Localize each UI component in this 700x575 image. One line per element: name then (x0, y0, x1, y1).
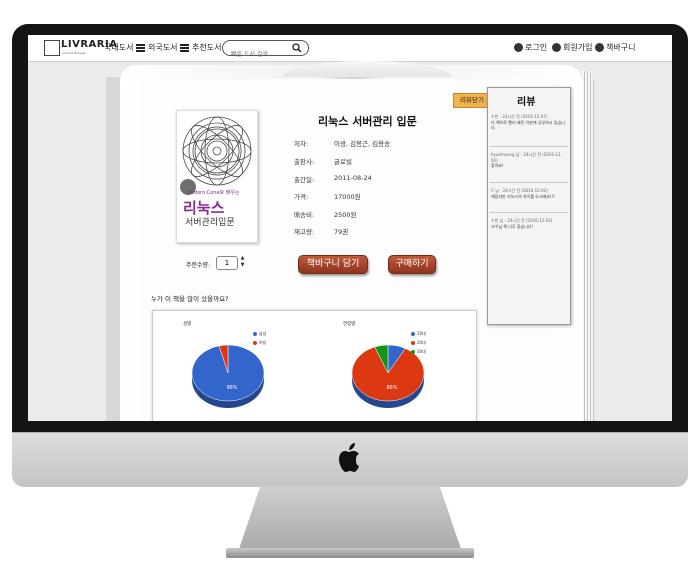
stepper-up-icon[interactable]: ▲ (239, 255, 246, 262)
review-title: 리뷰 (517, 97, 536, 108)
info-value-price: 17000원 (334, 193, 361, 201)
info-label-date: 출간일: (294, 176, 315, 184)
info-label-publisher: 출판사: (294, 158, 315, 166)
legend-item: 10대 (411, 331, 426, 337)
info-label-author: 저자: (294, 140, 309, 148)
cart-label: 책바구니 (606, 43, 636, 52)
nav-item-label: 외국도서 (148, 43, 178, 52)
buy-button[interactable]: 구매하기 (388, 255, 436, 274)
apple-logo-icon (339, 443, 359, 472)
legend-item: 20대 (411, 340, 426, 346)
signup-link[interactable]: 회원가입 (552, 42, 592, 53)
legend-label: 30대 (417, 349, 426, 354)
signup-label: 회원가입 (563, 43, 593, 52)
gender-legend: 남성여성 (253, 331, 266, 349)
cover-title-2: 서버관리입문 (185, 218, 235, 228)
close-review-button[interactable]: 리뷰닫기 (453, 93, 491, 108)
review-item: C 님 - 24시간 전 (2016-12-02) 재밌지만 리눅스의 차이를 … (491, 188, 567, 199)
basket-icon (595, 43, 604, 52)
pie-center-label: 96% (226, 385, 237, 391)
cover-pattern-icon (182, 116, 252, 186)
survey-charts-card: 성별 96% 남성 여성 연령별 86% 10대 20대 30대 (152, 310, 477, 421)
review-text: 재밌지만 리눅스의 차이를 도서에요!!! (491, 193, 555, 199)
review-divider (490, 146, 568, 147)
review-text: 고수님 책 너무 좋습니다! (491, 223, 534, 229)
menu-icon (180, 43, 190, 52)
legend-label: 10대 (417, 331, 426, 336)
legend-item: 여성 (253, 340, 266, 346)
user-icon (552, 43, 561, 52)
review-text: 좋아요! (491, 163, 504, 168)
info-label-shipping: 배송비: (294, 211, 315, 219)
nav-item-foreign[interactable]: 외국도서 (148, 42, 190, 53)
review-item: 수빈 님 - 24시간 전 (2016-12-02) 고수님 책 너무 좋습니다… (491, 218, 567, 229)
monitor-stand (238, 486, 462, 552)
book-title: 리눅스 서버관리 입문 (318, 115, 417, 128)
info-value-date: 2011-08-24 (334, 174, 372, 182)
nav-item-label: 추천도서 (192, 43, 222, 52)
review-text: 이 책으로 빨리 배운 덕분에 공부하고 있습니다. (491, 119, 565, 131)
book-page-curl (282, 61, 452, 77)
info-value-stock: 79권 (334, 228, 349, 236)
legend-item: 30대 (411, 349, 426, 355)
review-item: 수빈 - 23시간 전 (2016-12-07) 이 책으로 빨리 배운 덕분에… (491, 114, 567, 131)
logo-icon[interactable] (44, 40, 60, 56)
cart-link[interactable]: 책바구니 (595, 42, 635, 53)
legend-dot-icon (253, 332, 257, 336)
info-value-shipping: 2500원 (334, 211, 357, 219)
monitor-stand-base (226, 548, 474, 558)
age-legend: 10대 20대 30대 (411, 331, 426, 358)
search-icon[interactable] (292, 43, 302, 53)
legend-item: 남성 (253, 331, 266, 337)
review-meta: hyukmyong 님 - 24시간 전 (2016-12-02) (491, 152, 562, 163)
screen: LIVRARIA Livraria Brasala 국내도서 외국도서 추천도서… (28, 35, 672, 421)
legend-label: 여성 (259, 340, 267, 345)
book-cover-image: Dedoro Cone로 배우는 리눅스 서버관리입문 (176, 110, 258, 243)
legend-label: 20대 (417, 340, 426, 345)
quantity-input[interactable]: 1 (216, 256, 238, 270)
login-label: 로그인 (525, 43, 548, 52)
add-to-cart-button[interactable]: 책바구니 담기 (298, 255, 368, 274)
review-panel: 리뷰 수빈 - 23시간 전 (2016-12-07) 이 책으로 빨리 배운 … (487, 87, 571, 325)
menu-icon (136, 43, 146, 52)
legend-dot-icon (411, 350, 415, 354)
nav-item-domestic[interactable]: 국내도서 (104, 42, 146, 53)
info-label-stock: 재고량: (294, 228, 315, 236)
legend-dot-icon (253, 341, 257, 345)
lock-icon (514, 43, 523, 52)
survey-question: 누가 이 책을 많이 샀을까요? (151, 295, 229, 303)
pie-center-label: 86% (386, 385, 397, 391)
book-page-edges (582, 71, 594, 421)
stepper-down-icon[interactable]: ▼ (239, 262, 246, 269)
review-divider (490, 212, 568, 213)
search-box (222, 40, 309, 61)
quantity-label: 주문수량: (186, 262, 211, 269)
info-label-price: 가격: (294, 193, 309, 201)
search-input[interactable] (223, 48, 296, 61)
legend-label: 남성 (259, 331, 267, 336)
review-divider (490, 182, 568, 183)
logo-subtext: Livraria Brasala (62, 51, 86, 55)
login-link[interactable]: 로그인 (514, 42, 547, 53)
cover-subtitle: Dedoro Cone로 배우는 (187, 190, 240, 196)
nav-item-label: 국내도서 (104, 43, 134, 52)
info-value-publisher: 글로빌 (334, 158, 352, 166)
nav-item-recommended[interactable]: 추천도서 (192, 42, 221, 53)
legend-dot-icon (411, 332, 415, 336)
quantity-stepper[interactable]: ▲ ▼ (239, 255, 246, 270)
legend-dot-icon (411, 341, 415, 345)
info-value-author: 이광, 김봉근, 김용송 (334, 140, 391, 148)
top-nav-bar: LIVRARIA Livraria Brasala 국내도서 외국도서 추천도서… (28, 35, 672, 62)
review-item: hyukmyong 님 - 24시간 전 (2016-12-02) 좋아요! (491, 152, 567, 169)
